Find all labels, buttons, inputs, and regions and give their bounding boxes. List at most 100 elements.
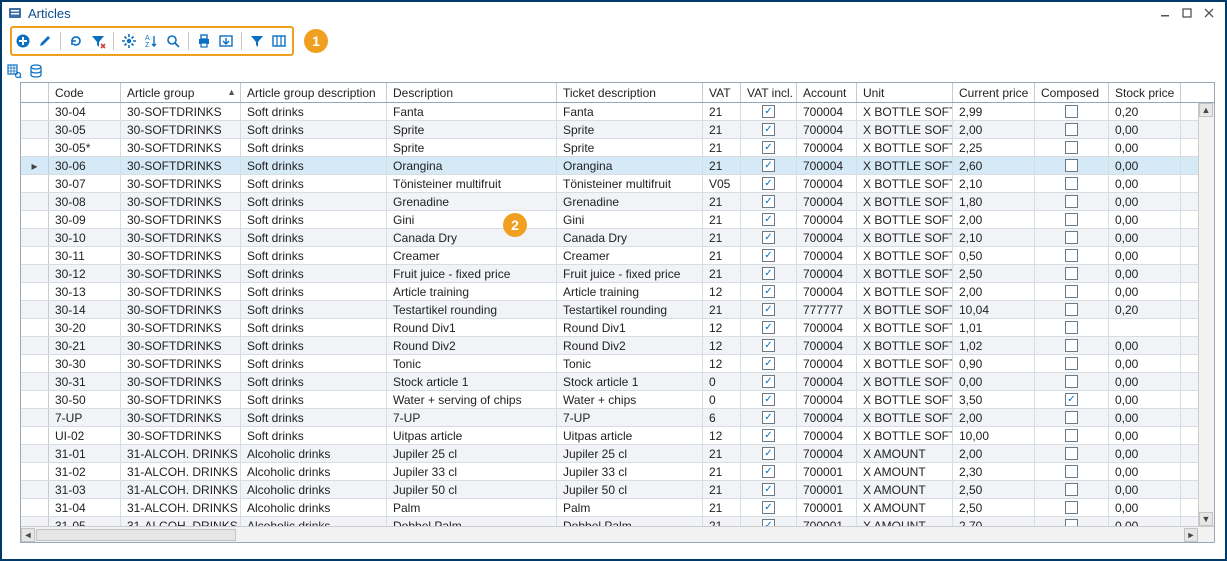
search-button[interactable]: [162, 30, 184, 52]
add-button[interactable]: [12, 30, 34, 52]
table-row[interactable]: 30-2030-SOFTDRINKSSoft drinksRound Div1R…: [21, 319, 1198, 337]
column-header-groupdesc[interactable]: Article group description: [241, 83, 387, 102]
vertical-scrollbar[interactable]: ▲ ▼: [1198, 103, 1214, 526]
composed-checkbox[interactable]: [1065, 213, 1078, 226]
table-row[interactable]: 7-UP30-SOFTDRINKSSoft drinks7-UP7-UP6✓70…: [21, 409, 1198, 427]
table-row[interactable]: 31-0331-ALCOH. DRINKSAlcoholic drinksJup…: [21, 481, 1198, 499]
column-header-composed[interactable]: Composed: [1035, 83, 1109, 102]
table-row[interactable]: 30-1430-SOFTDRINKSSoft drinksTestartikel…: [21, 301, 1198, 319]
vatincl-checkbox[interactable]: ✓: [762, 339, 775, 352]
minimize-button[interactable]: [1155, 5, 1175, 21]
column-header-unit[interactable]: Unit: [857, 83, 953, 102]
vatincl-checkbox[interactable]: ✓: [762, 141, 775, 154]
composed-checkbox[interactable]: [1065, 231, 1078, 244]
composed-checkbox[interactable]: [1065, 519, 1078, 526]
composed-checkbox[interactable]: [1065, 159, 1078, 172]
composed-checkbox[interactable]: [1065, 285, 1078, 298]
composed-checkbox[interactable]: [1065, 429, 1078, 442]
vatincl-checkbox[interactable]: ✓: [762, 447, 775, 460]
vatincl-checkbox[interactable]: ✓: [762, 519, 775, 526]
vatincl-checkbox[interactable]: ✓: [762, 357, 775, 370]
composed-checkbox[interactable]: [1065, 177, 1078, 190]
database-view-button[interactable]: [28, 62, 44, 80]
scroll-down-button[interactable]: ▼: [1199, 512, 1213, 526]
table-row[interactable]: 30-3130-SOFTDRINKSSoft drinksStock artic…: [21, 373, 1198, 391]
vatincl-checkbox[interactable]: ✓: [762, 105, 775, 118]
horizontal-scrollbar[interactable]: ◄ ►: [21, 526, 1214, 542]
composed-checkbox[interactable]: [1065, 303, 1078, 316]
vatincl-checkbox[interactable]: ✓: [762, 285, 775, 298]
table-row[interactable]: 30-1130-SOFTDRINKSSoft drinksCreamerCrea…: [21, 247, 1198, 265]
table-row[interactable]: 30-0730-SOFTDRINKSSoft drinksTönisteiner…: [21, 175, 1198, 193]
edit-button[interactable]: [34, 30, 56, 52]
table-row[interactable]: ▸30-0630-SOFTDRINKSSoft drinksOranginaOr…: [21, 157, 1198, 175]
column-header-vatincl[interactable]: VAT incl.: [741, 83, 797, 102]
export-button[interactable]: [215, 30, 237, 52]
composed-checkbox[interactable]: [1065, 483, 1078, 496]
composed-checkbox[interactable]: [1065, 411, 1078, 424]
composed-checkbox[interactable]: [1065, 375, 1078, 388]
table-row[interactable]: 31-0531-ALCOH. DRINKSAlcoholic drinksDob…: [21, 517, 1198, 526]
column-header-group[interactable]: Article group▲: [121, 83, 241, 102]
table-row[interactable]: 30-05*30-SOFTDRINKSSoft drinksSpriteSpri…: [21, 139, 1198, 157]
column-header-ticket[interactable]: Ticket description: [557, 83, 703, 102]
table-row[interactable]: 30-0530-SOFTDRINKSSoft drinksSpriteSprit…: [21, 121, 1198, 139]
column-header-desc[interactable]: Description: [387, 83, 557, 102]
vatincl-checkbox[interactable]: ✓: [762, 465, 775, 478]
column-header-vat[interactable]: VAT: [703, 83, 741, 102]
column-header-code[interactable]: Code: [49, 83, 121, 102]
composed-checkbox[interactable]: [1065, 465, 1078, 478]
vatincl-checkbox[interactable]: ✓: [762, 375, 775, 388]
scroll-left-button[interactable]: ◄: [21, 528, 35, 542]
vatincl-checkbox[interactable]: ✓: [762, 213, 775, 226]
vatincl-checkbox[interactable]: ✓: [762, 411, 775, 424]
grid-view-button[interactable]: [6, 62, 22, 80]
composed-checkbox[interactable]: [1065, 141, 1078, 154]
column-header-rowhead[interactable]: [21, 83, 49, 102]
column-header-stock[interactable]: Stock price: [1109, 83, 1181, 102]
hscroll-thumb[interactable]: [36, 529, 236, 541]
close-button[interactable]: [1199, 5, 1219, 21]
composed-checkbox[interactable]: [1065, 249, 1078, 262]
table-row[interactable]: 31-0231-ALCOH. DRINKSAlcoholic drinksJup…: [21, 463, 1198, 481]
scroll-right-button[interactable]: ►: [1184, 528, 1198, 542]
filter-clear-button[interactable]: [87, 30, 109, 52]
vatincl-checkbox[interactable]: ✓: [762, 393, 775, 406]
columns-button[interactable]: [268, 30, 290, 52]
filter-button[interactable]: [246, 30, 268, 52]
vatincl-checkbox[interactable]: ✓: [762, 159, 775, 172]
vatincl-checkbox[interactable]: ✓: [762, 123, 775, 136]
composed-checkbox[interactable]: [1065, 105, 1078, 118]
table-row[interactable]: 31-0131-ALCOH. DRINKSAlcoholic drinksJup…: [21, 445, 1198, 463]
table-row[interactable]: UI-0230-SOFTDRINKSSoft drinksUitpas arti…: [21, 427, 1198, 445]
vatincl-checkbox[interactable]: ✓: [762, 501, 775, 514]
vatincl-checkbox[interactable]: ✓: [762, 483, 775, 496]
vatincl-checkbox[interactable]: ✓: [762, 429, 775, 442]
table-row[interactable]: 30-2130-SOFTDRINKSSoft drinksRound Div2R…: [21, 337, 1198, 355]
composed-checkbox[interactable]: [1065, 357, 1078, 370]
vatincl-checkbox[interactable]: ✓: [762, 321, 775, 334]
column-header-account[interactable]: Account: [797, 83, 857, 102]
table-row[interactable]: 30-1030-SOFTDRINKSSoft drinksCanada DryC…: [21, 229, 1198, 247]
table-row[interactable]: 30-0430-SOFTDRINKSSoft drinksFantaFanta2…: [21, 103, 1198, 121]
print-button[interactable]: [193, 30, 215, 52]
table-row[interactable]: 30-1230-SOFTDRINKSSoft drinksFruit juice…: [21, 265, 1198, 283]
table-row[interactable]: 30-3030-SOFTDRINKSSoft drinksTonicTonic1…: [21, 355, 1198, 373]
vatincl-checkbox[interactable]: ✓: [762, 231, 775, 244]
vatincl-checkbox[interactable]: ✓: [762, 249, 775, 262]
scroll-up-button[interactable]: ▲: [1199, 103, 1213, 117]
composed-checkbox[interactable]: [1065, 501, 1078, 514]
composed-checkbox[interactable]: [1065, 123, 1078, 136]
maximize-button[interactable]: [1177, 5, 1197, 21]
composed-checkbox[interactable]: [1065, 447, 1078, 460]
composed-checkbox[interactable]: ✓: [1065, 393, 1078, 406]
table-row[interactable]: 30-5030-SOFTDRINKSSoft drinksWater + ser…: [21, 391, 1198, 409]
vatincl-checkbox[interactable]: ✓: [762, 267, 775, 280]
composed-checkbox[interactable]: [1065, 321, 1078, 334]
column-header-price[interactable]: Current price: [953, 83, 1035, 102]
settings-button[interactable]: [118, 30, 140, 52]
vatincl-checkbox[interactable]: ✓: [762, 303, 775, 316]
table-row[interactable]: 30-0930-SOFTDRINKSSoft drinksGiniGini21✓…: [21, 211, 1198, 229]
composed-checkbox[interactable]: [1065, 267, 1078, 280]
table-row[interactable]: 30-0830-SOFTDRINKSSoft drinksGrenadineGr…: [21, 193, 1198, 211]
